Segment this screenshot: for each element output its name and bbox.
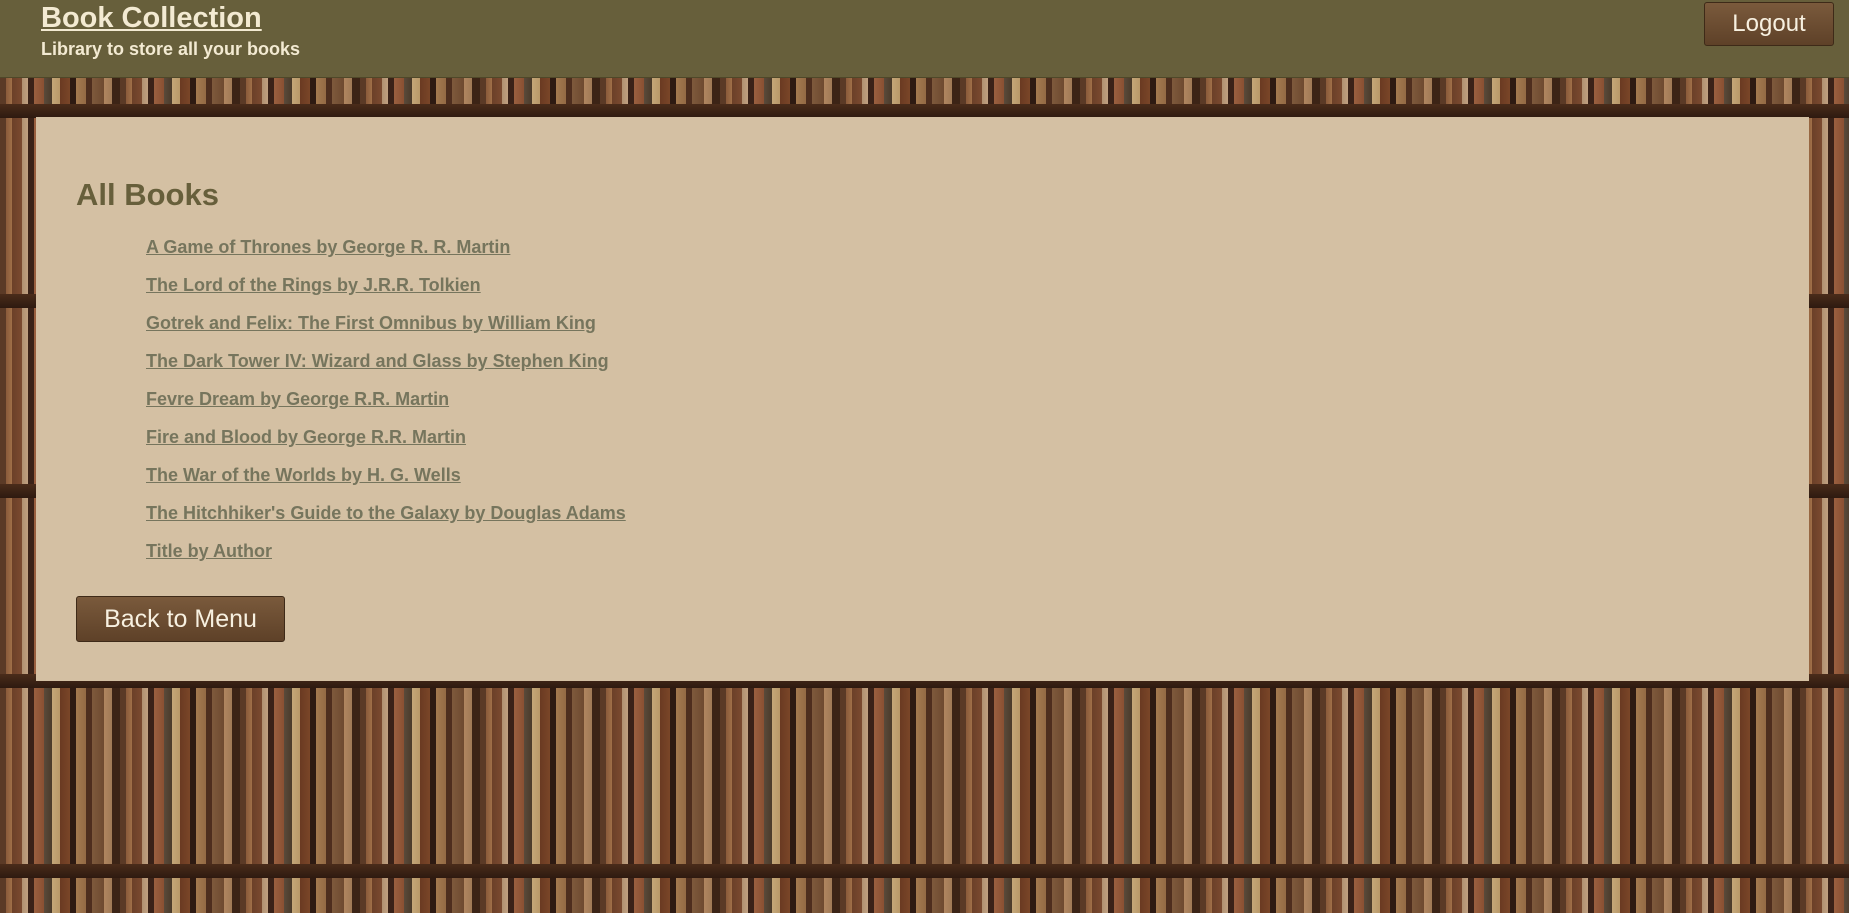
page-title: All Books — [76, 177, 219, 212]
book-link[interactable]: The Hitchhiker's Guide to the Galaxy by … — [146, 503, 626, 523]
book-link[interactable]: Gotrek and Felix: The First Omnibus by W… — [146, 313, 596, 333]
site-subtitle: Library to store all your books — [41, 39, 301, 59]
list-item: The War of the Worlds by H. G. Wells — [146, 465, 626, 503]
content-panel: All Books A Game of Thrones by George R.… — [36, 117, 1809, 681]
book-link[interactable]: Fire and Blood by George R.R. Martin — [146, 427, 466, 447]
list-item: A Game of Thrones by George R. R. Martin — [146, 237, 626, 275]
back-to-menu-button[interactable]: Back to Menu — [76, 596, 285, 642]
list-item: Fevre Dream by George R.R. Martin — [146, 389, 626, 427]
site-header: Book Collection Library to store all you… — [0, 0, 1849, 78]
site-title-link[interactable]: Book Collection — [41, 2, 262, 35]
logout-button[interactable]: Logout — [1704, 2, 1834, 46]
list-item: The Hitchhiker's Guide to the Galaxy by … — [146, 503, 626, 541]
list-item: Title by Author — [146, 541, 626, 579]
list-item: Gotrek and Felix: The First Omnibus by W… — [146, 313, 626, 351]
list-item: The Dark Tower IV: Wizard and Glass by S… — [146, 351, 626, 389]
book-link[interactable]: A Game of Thrones by George R. R. Martin — [146, 237, 510, 257]
book-link[interactable]: The Dark Tower IV: Wizard and Glass by S… — [146, 351, 609, 371]
list-item: The Lord of the Rings by J.R.R. Tolkien — [146, 275, 626, 313]
book-link[interactable]: Title by Author — [146, 541, 272, 561]
book-link[interactable]: Fevre Dream by George R.R. Martin — [146, 389, 449, 409]
list-item: Fire and Blood by George R.R. Martin — [146, 427, 626, 465]
book-list: A Game of Thrones by George R. R. Martin… — [146, 237, 626, 579]
book-link[interactable]: The War of the Worlds by H. G. Wells — [146, 465, 461, 485]
book-link[interactable]: The Lord of the Rings by J.R.R. Tolkien — [146, 275, 481, 295]
